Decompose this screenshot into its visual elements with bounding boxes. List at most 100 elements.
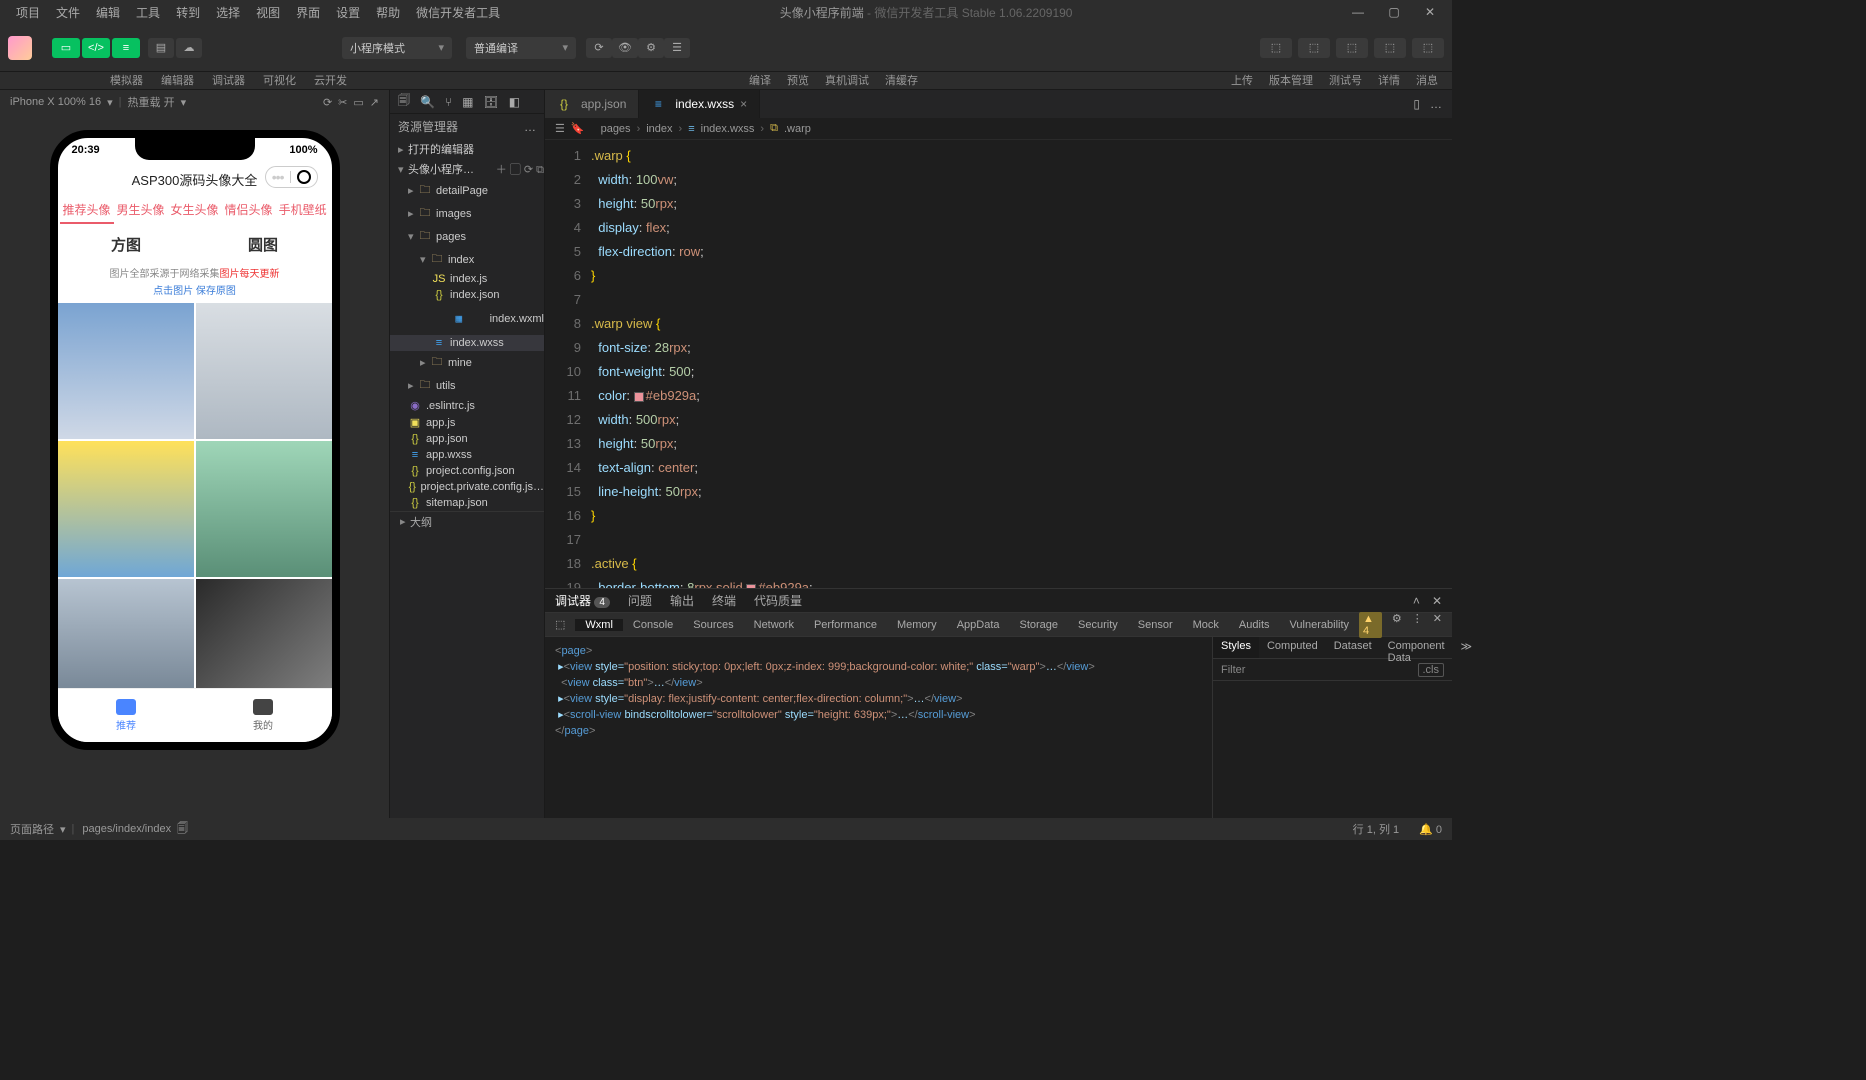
category-tab[interactable]: 情侣头像 [222,197,276,224]
warning-badge[interactable]: ▲ 4 [1359,612,1382,638]
tabbar-mine[interactable]: 我的 [195,689,332,742]
tab-appjson[interactable]: {}app.json [545,90,639,118]
style-tab[interactable]: Styles [1213,637,1259,658]
refresh-icon[interactable]: ⟳ [586,38,612,58]
image-cell[interactable] [58,441,194,577]
db-icon[interactable]: 🗄 [484,95,499,109]
folder-utils[interactable]: ▸🗀utils [390,374,544,397]
tab-circle[interactable]: 圆图 [195,234,332,255]
menu-转到[interactable]: 转到 [168,1,208,24]
tab-quality[interactable]: 代码质量 [754,592,802,609]
project-avatar[interactable] [8,36,32,60]
sim-action-icon[interactable]: ▭ [353,96,363,109]
file-indexwxml[interactable]: ▦index.wxml [390,303,544,335]
file-eslintrc[interactable]: ◉.eslintrc.js [390,397,544,414]
category-tab[interactable]: 女生头像 [168,197,222,224]
devtool-tab-security[interactable]: Security [1068,619,1128,631]
toolbar-right[interactable]: ⬚ [1412,38,1444,58]
code-area[interactable]: 12345678910111213141516171819 .warp { wi… [545,140,1452,588]
chevron-up-icon[interactable]: ˄ [1413,594,1420,608]
menu-选择[interactable]: 选择 [208,1,248,24]
devtool-tab-mock[interactable]: Mock [1183,619,1229,631]
capsule[interactable]: ••• [265,166,318,188]
toggle-debugger[interactable]: ≡ [112,38,140,58]
ext-icon[interactable]: ▦ [462,95,473,109]
devtool-tab-network[interactable]: Network [744,619,804,631]
minimize-button[interactable]: — [1344,5,1372,19]
menu-视图[interactable]: 视图 [248,1,288,24]
wxml-tree[interactable]: <page> ▸<view style="position: sticky;to… [545,637,1212,818]
split-icon[interactable]: ▯ [1413,97,1420,111]
file-sitemap[interactable]: {}sitemap.json [390,495,544,511]
hot-reload[interactable]: 热重载 开 [128,94,175,110]
image-cell[interactable] [196,441,332,577]
toggle-cloud[interactable]: ☁ [176,38,202,58]
cls-button[interactable]: .cls [1418,663,1445,677]
tab-indexwxss[interactable]: ≡index.wxss× [639,90,760,118]
project-root[interactable]: ▾头像小程序…＋ ▢ ⟳ ⧉ [390,159,544,179]
compile-select[interactable]: 普通编译 [466,37,576,59]
category-tab[interactable]: 动漫头像 [330,197,332,224]
category-tab[interactable]: 手机壁纸 [276,197,330,224]
devtool-tab-console[interactable]: Console [623,619,683,631]
image-cell[interactable] [58,303,194,439]
file-appwxss[interactable]: ≡app.wxss [390,447,544,463]
tab-problems[interactable]: 问题 [628,592,652,609]
maximize-button[interactable]: ▢ [1380,5,1408,19]
style-tab[interactable]: Component Data [1380,637,1453,658]
clear-cache-icon[interactable]: ☰ [664,38,690,58]
close-button[interactable]: ✕ [1416,5,1444,19]
inspect-icon[interactable]: ⬚ [545,613,575,636]
tab-terminal[interactable]: 终端 [712,592,736,609]
menu-编辑[interactable]: 编辑 [88,1,128,24]
bell-icon[interactable]: 🔔 0 [1419,823,1442,836]
menu-文件[interactable]: 文件 [48,1,88,24]
style-tab[interactable]: Dataset [1326,637,1380,658]
close-tab-icon[interactable]: × [740,97,747,111]
menu-微信开发者工具[interactable]: 微信开发者工具 [408,1,508,24]
menu-帮助[interactable]: 帮助 [368,1,408,24]
file-appjson[interactable]: {}app.json [390,431,544,447]
toolbar-right[interactable]: ⬚ [1374,38,1406,58]
toolbar-right[interactable]: ⬚ [1336,38,1368,58]
devtool-tab-performance[interactable]: Performance [804,619,887,631]
tip-link[interactable]: 点击图片 保存原图 [58,282,332,297]
folder-detailpage[interactable]: ▸🗀detailPage [390,179,544,202]
devtool-tab-wxml[interactable]: Wxml [575,619,623,631]
filter-input[interactable]: Filter [1221,664,1245,676]
toolbar-right[interactable]: ⬚ [1298,38,1330,58]
toggle-visual[interactable]: ▤ [148,38,174,58]
folder-index[interactable]: ▾🗀index [390,248,544,271]
devtool-tab-audits[interactable]: Audits [1229,619,1280,631]
gear-icon[interactable]: ⚙ [1392,612,1402,638]
menu-项目[interactable]: 项目 [8,1,48,24]
menu-工具[interactable]: 工具 [128,1,168,24]
style-tab[interactable]: Computed [1259,637,1326,658]
category-tab[interactable]: 推荐头像 [60,197,114,224]
tab-debugger[interactable]: 调试器 4 [555,592,610,609]
devtool-tab-appdata[interactable]: AppData [947,619,1010,631]
menu-设置[interactable]: 设置 [328,1,368,24]
file-indexwxss[interactable]: ≡index.wxss [390,335,544,351]
devtool-tab-vulnerability[interactable]: Vulnerability [1280,619,1360,631]
tab-output[interactable]: 输出 [670,592,694,609]
breadcrumb[interactable]: ☰ 🔖 pages› index› ≡ index.wxss› ⧉ .warp [545,118,1452,140]
tabbar-recommend[interactable]: 推荐 [58,689,195,742]
devtool-tab-sensor[interactable]: Sensor [1128,619,1183,631]
file-appjs[interactable]: ▣app.js [390,414,544,431]
file-indexjs[interactable]: JSindex.js [390,271,544,287]
device-info[interactable]: iPhone X 100% 16 [10,96,101,108]
ext2-icon[interactable]: ◧ [509,95,520,109]
close-icon[interactable]: ✕ [1432,594,1442,608]
mode-select[interactable]: 小程序模式 [342,37,452,59]
devtool-tab-storage[interactable]: Storage [1010,619,1069,631]
menu-界面[interactable]: 界面 [288,1,328,24]
folder-images[interactable]: ▸🗀images [390,202,544,225]
sim-action-icon[interactable]: ⟳ [323,96,332,109]
folder-mine[interactable]: ▸🗀mine [390,351,544,374]
bookmark-icon[interactable]: 🔖 [571,122,585,135]
file-ppcjson[interactable]: {}project.private.config.js… [390,479,544,495]
file-indexjson[interactable]: {}index.json [390,287,544,303]
file-pcjson[interactable]: {}project.config.json [390,463,544,479]
git-icon[interactable]: ⑂ [445,95,452,109]
